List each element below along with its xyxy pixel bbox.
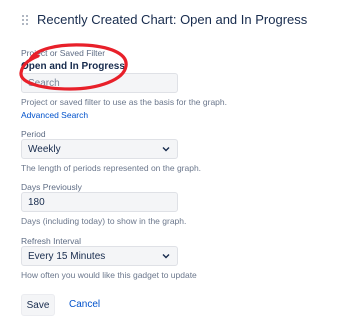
save-button[interactable]: Save xyxy=(21,294,55,316)
drag-handle-icon[interactable] xyxy=(22,15,28,25)
chevron-down-icon xyxy=(162,147,170,152)
refresh-interval-help-text: How often you would like this gadget to … xyxy=(21,270,197,280)
gadget-title: Recently Created Chart: Open and In Prog… xyxy=(37,12,308,27)
cancel-button[interactable]: Cancel xyxy=(69,299,100,310)
days-previously-help-text: Days (including today) to show in the gr… xyxy=(21,216,187,226)
chevron-down-icon xyxy=(162,254,170,259)
refresh-interval-select[interactable]: Every 15 Minutes xyxy=(21,246,178,266)
filter-search-input[interactable] xyxy=(21,73,178,93)
filter-help-text: Project or saved filter to use as the ba… xyxy=(21,97,227,107)
period-help-text: The length of periods represented on the… xyxy=(21,163,202,173)
period-select[interactable]: Weekly xyxy=(21,139,178,159)
days-previously-label: Days Previously xyxy=(21,182,82,192)
refresh-interval-label: Refresh Interval xyxy=(21,236,81,246)
filter-label: Project or Saved Filter xyxy=(21,48,106,58)
advanced-search-link[interactable]: Advanced Search xyxy=(21,110,88,120)
refresh-interval-selected-value: Every 15 Minutes xyxy=(28,250,106,262)
days-previously-input[interactable] xyxy=(21,192,178,212)
save-button-label: Save xyxy=(26,299,50,311)
period-selected-value: Weekly xyxy=(28,143,61,155)
period-label: Period xyxy=(21,129,46,139)
selected-filter-name: Open and In Progress xyxy=(21,61,125,72)
